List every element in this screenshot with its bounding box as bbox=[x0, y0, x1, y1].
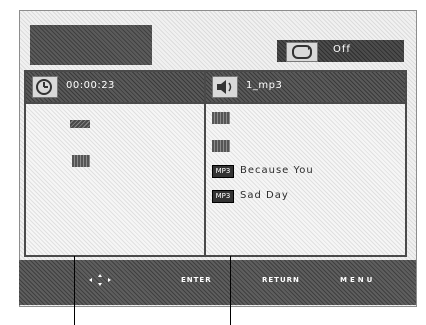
folder-panel: 00:00:23 bbox=[24, 70, 214, 257]
folder-panel-header: 00:00:23 bbox=[26, 72, 212, 104]
clock-icon bbox=[32, 76, 58, 98]
folder-icon[interactable] bbox=[72, 155, 90, 167]
file-panel: 1_mp3 bbox=[204, 70, 407, 257]
navigation-arrows-icon bbox=[86, 272, 114, 286]
callout-line bbox=[74, 256, 75, 325]
elapsed-time: 00:00:23 bbox=[66, 80, 115, 91]
repeat-icon bbox=[286, 42, 318, 62]
file-panel-header: 1_mp3 bbox=[206, 72, 405, 104]
mp3-icon: MP3 bbox=[212, 190, 234, 203]
more-indicator: · · · bbox=[220, 206, 223, 227]
folder-icon[interactable] bbox=[212, 140, 230, 152]
menu-key-label[interactable]: MENU bbox=[340, 276, 375, 284]
folder-icon[interactable] bbox=[212, 112, 230, 124]
callout-line bbox=[230, 256, 231, 325]
folder-title: 1_mp3 bbox=[246, 80, 283, 91]
track-item[interactable]: Sad Day bbox=[240, 190, 289, 201]
mp3-icon: MP3 bbox=[212, 165, 234, 178]
title-block bbox=[30, 25, 152, 65]
more-indicator: · · · bbox=[79, 174, 82, 195]
repeat-status-text: Off bbox=[333, 44, 351, 55]
return-key-label[interactable]: RETURN bbox=[262, 276, 300, 284]
speaker-icon bbox=[212, 76, 238, 98]
folder-up-icon[interactable] bbox=[70, 120, 90, 128]
track-item[interactable]: Because You bbox=[240, 165, 314, 176]
enter-key-label[interactable]: ENTER bbox=[181, 276, 212, 284]
